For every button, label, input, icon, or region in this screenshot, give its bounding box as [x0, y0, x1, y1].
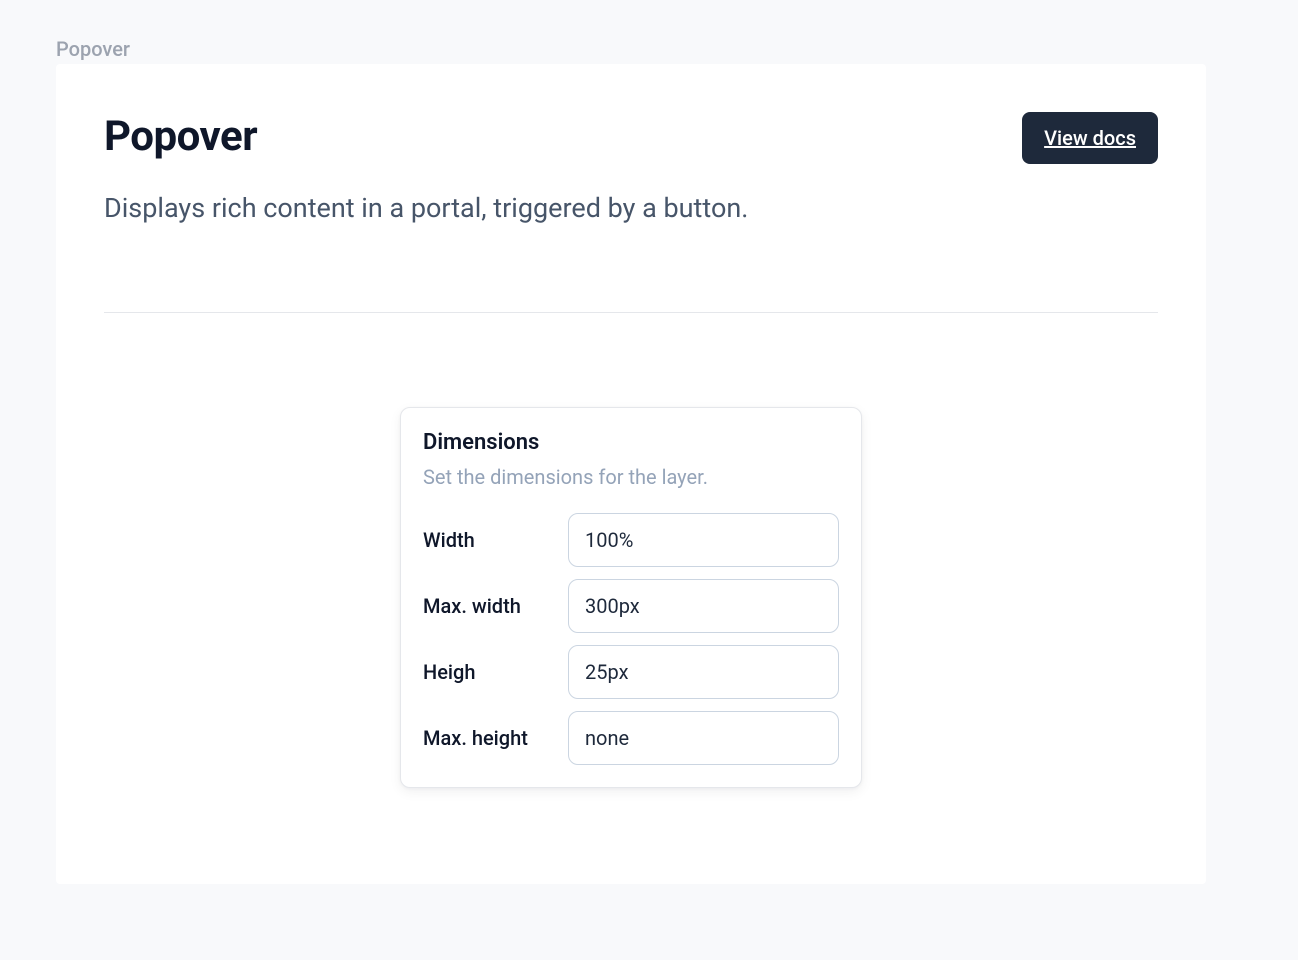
page-header: Popover View docs	[56, 64, 1206, 164]
page-description: Displays rich content in a portal, trigg…	[56, 164, 1206, 224]
field-label-height: Heigh	[423, 660, 568, 684]
height-input[interactable]	[568, 645, 839, 699]
popover-description: Set the dimensions for the layer.	[423, 465, 839, 489]
view-docs-button[interactable]: View docs	[1022, 112, 1158, 164]
breadcrumb: Popover	[56, 37, 130, 61]
popover-fields: Width Max. width Heigh Max. height	[423, 513, 839, 765]
popover-title: Dimensions	[423, 430, 839, 455]
max-height-input[interactable]	[568, 711, 839, 765]
max-width-input[interactable]	[568, 579, 839, 633]
width-input[interactable]	[568, 513, 839, 567]
page-card: Popover View docs Displays rich content …	[56, 64, 1206, 884]
field-label-max-width: Max. width	[423, 594, 568, 618]
field-label-width: Width	[423, 528, 568, 552]
demo-area: Dimensions Set the dimensions for the la…	[56, 313, 1206, 788]
field-label-max-height: Max. height	[423, 726, 568, 750]
popover-panel: Dimensions Set the dimensions for the la…	[400, 407, 862, 788]
page-title: Popover	[104, 112, 257, 161]
